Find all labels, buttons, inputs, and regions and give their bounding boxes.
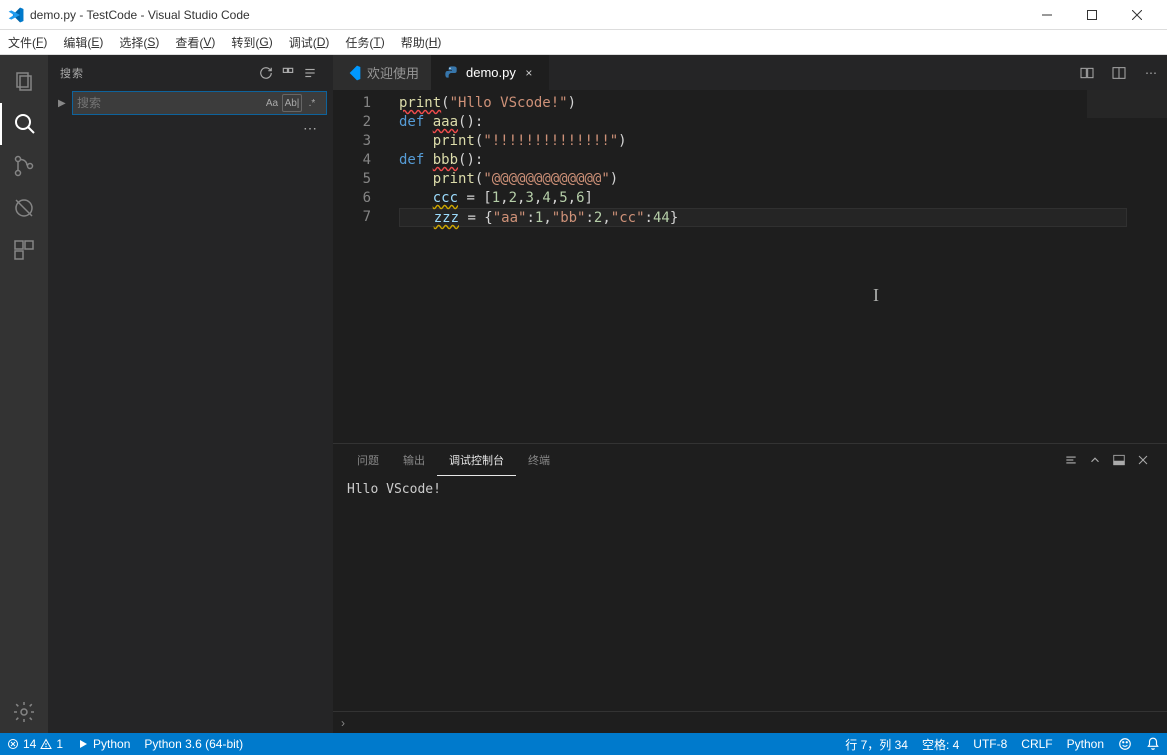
close-tab-icon[interactable]: × — [522, 66, 536, 80]
chevron-up-icon[interactable] — [1083, 448, 1107, 472]
window-maximize-button[interactable] — [1069, 0, 1114, 30]
debug-console-output[interactable]: Hllo VScode! — [333, 476, 1167, 711]
code-line[interactable]: ccc = [1,2,3,4,5,6] — [399, 189, 1167, 208]
status-debug[interactable]: Python — [70, 733, 137, 755]
line-number: 4 — [333, 151, 371, 170]
search-more-options[interactable]: ⋯ — [48, 116, 333, 141]
code-line[interactable]: print("!!!!!!!!!!!!!!") — [399, 132, 1167, 151]
menubar: 文件(F)编辑(E)选择(S)查看(V)转到(G)调试(D)任务(T)帮助(H) — [0, 30, 1167, 55]
settings-icon[interactable] — [0, 691, 48, 733]
editor-tabs: 欢迎使用 demo.py × ⋯ — [333, 55, 1167, 90]
status-spaces[interactable]: 空格: 4 — [915, 733, 966, 755]
menu-文件[interactable]: 文件(F) — [0, 30, 55, 54]
code-line[interactable]: zzz = {"aa":1,"bb":2,"cc":44} — [399, 208, 1127, 227]
console-line: Hllo VScode! — [347, 482, 1153, 497]
activitybar — [0, 55, 48, 733]
compare-icon[interactable] — [1071, 55, 1103, 90]
line-number: 7 — [333, 208, 371, 227]
warning-icon — [40, 738, 52, 750]
tab-label: demo.py — [466, 65, 516, 80]
status-eol[interactable]: CRLF — [1014, 733, 1059, 755]
window-minimize-button[interactable] — [1024, 0, 1069, 30]
gutter: 1234567 — [333, 90, 387, 443]
panel-tab-terminal[interactable]: 终端 — [516, 444, 562, 476]
status-language[interactable]: Python — [1060, 733, 1111, 755]
search-input[interactable] — [77, 96, 262, 110]
status-position[interactable]: 行 7，列 34 — [838, 733, 915, 755]
toggle-replace-icon[interactable]: ▶ — [58, 98, 72, 109]
line-number: 3 — [333, 132, 371, 151]
status-interpreter[interactable]: Python 3.6 (64-bit) — [137, 733, 250, 755]
titlebar: demo.py - TestCode - Visual Studio Code — [0, 0, 1167, 30]
refresh-icon[interactable] — [255, 62, 277, 84]
tab-label: 欢迎使用 — [367, 63, 419, 82]
panel: 问题 输出 调试控制台 终端 Hllo VScode! › — [333, 443, 1167, 733]
status-encoding[interactable]: UTF-8 — [966, 733, 1014, 755]
menu-转到[interactable]: 转到(G) — [223, 30, 280, 54]
status-errors[interactable]: 14 1 — [0, 733, 70, 755]
statusbar: 14 1 Python Python 3.6 (64-bit) 行 7，列 34… — [0, 733, 1167, 755]
code-line[interactable]: def aaa(): — [399, 113, 1167, 132]
minimap[interactable] — [1087, 90, 1167, 443]
explorer-icon[interactable] — [0, 61, 48, 103]
line-number: 6 — [333, 189, 371, 208]
tab-welcome[interactable]: 欢迎使用 — [333, 55, 432, 90]
line-number: 2 — [333, 113, 371, 132]
menu-选择[interactable]: 选择(S) — [111, 30, 167, 54]
code-line[interactable]: print("Hllo VScode!") — [399, 94, 1167, 113]
line-number: 1 — [333, 94, 371, 113]
panel-tab-output[interactable]: 输出 — [391, 444, 437, 476]
editor[interactable]: 1234567 print("Hllo VScode!")def aaa(): … — [333, 90, 1167, 443]
more-actions-icon[interactable]: ⋯ — [1135, 55, 1167, 90]
sidebar-title: 搜索 — [60, 65, 255, 81]
prompt-icon: › — [341, 716, 345, 730]
status-bell-icon[interactable] — [1139, 733, 1167, 755]
split-editor-icon[interactable] — [1103, 55, 1135, 90]
sidebar: 搜索 ▶ Aa Ab| .* ⋯ — [48, 55, 333, 733]
menu-编辑[interactable]: 编辑(E) — [55, 30, 111, 54]
collapse-icon[interactable] — [277, 62, 299, 84]
search-icon[interactable] — [0, 103, 48, 145]
menu-帮助[interactable]: 帮助(H) — [393, 30, 450, 54]
menu-查看[interactable]: 查看(V) — [167, 30, 223, 54]
error-icon — [7, 738, 19, 750]
window-close-button[interactable] — [1114, 0, 1159, 30]
extensions-icon[interactable] — [0, 229, 48, 271]
code-area[interactable]: print("Hllo VScode!")def aaa(): print("!… — [387, 90, 1167, 443]
toggle-panel-icon[interactable] — [1107, 448, 1131, 472]
window-title: demo.py - TestCode - Visual Studio Code — [30, 8, 1024, 22]
clear-console-icon[interactable] — [1059, 448, 1083, 472]
python-icon — [444, 65, 460, 81]
debug-console-input[interactable]: › — [333, 711, 1167, 733]
close-panel-icon[interactable] — [1131, 448, 1155, 472]
code-line[interactable]: def bbb(): — [399, 151, 1167, 170]
menu-调试[interactable]: 调试(D) — [281, 30, 338, 54]
line-number: 5 — [333, 170, 371, 189]
match-word-button[interactable]: Ab| — [282, 94, 302, 112]
vscode-logo-icon — [8, 7, 24, 23]
panel-tab-debug[interactable]: 调试控制台 — [437, 444, 516, 476]
status-feedback-icon[interactable] — [1111, 733, 1139, 755]
code-line[interactable]: print("@@@@@@@@@@@@@") — [399, 170, 1167, 189]
regex-button[interactable]: .* — [302, 94, 322, 112]
search-box: Aa Ab| .* — [72, 91, 327, 115]
play-icon — [77, 738, 89, 750]
vscode-icon — [345, 65, 361, 81]
menu-任务[interactable]: 任务(T) — [337, 30, 392, 54]
clear-icon[interactable] — [299, 62, 321, 84]
scm-icon[interactable] — [0, 145, 48, 187]
tab-demo-py[interactable]: demo.py × — [432, 55, 549, 90]
match-case-button[interactable]: Aa — [262, 94, 282, 112]
debug-icon[interactable] — [0, 187, 48, 229]
panel-tab-problems[interactable]: 问题 — [345, 444, 391, 476]
